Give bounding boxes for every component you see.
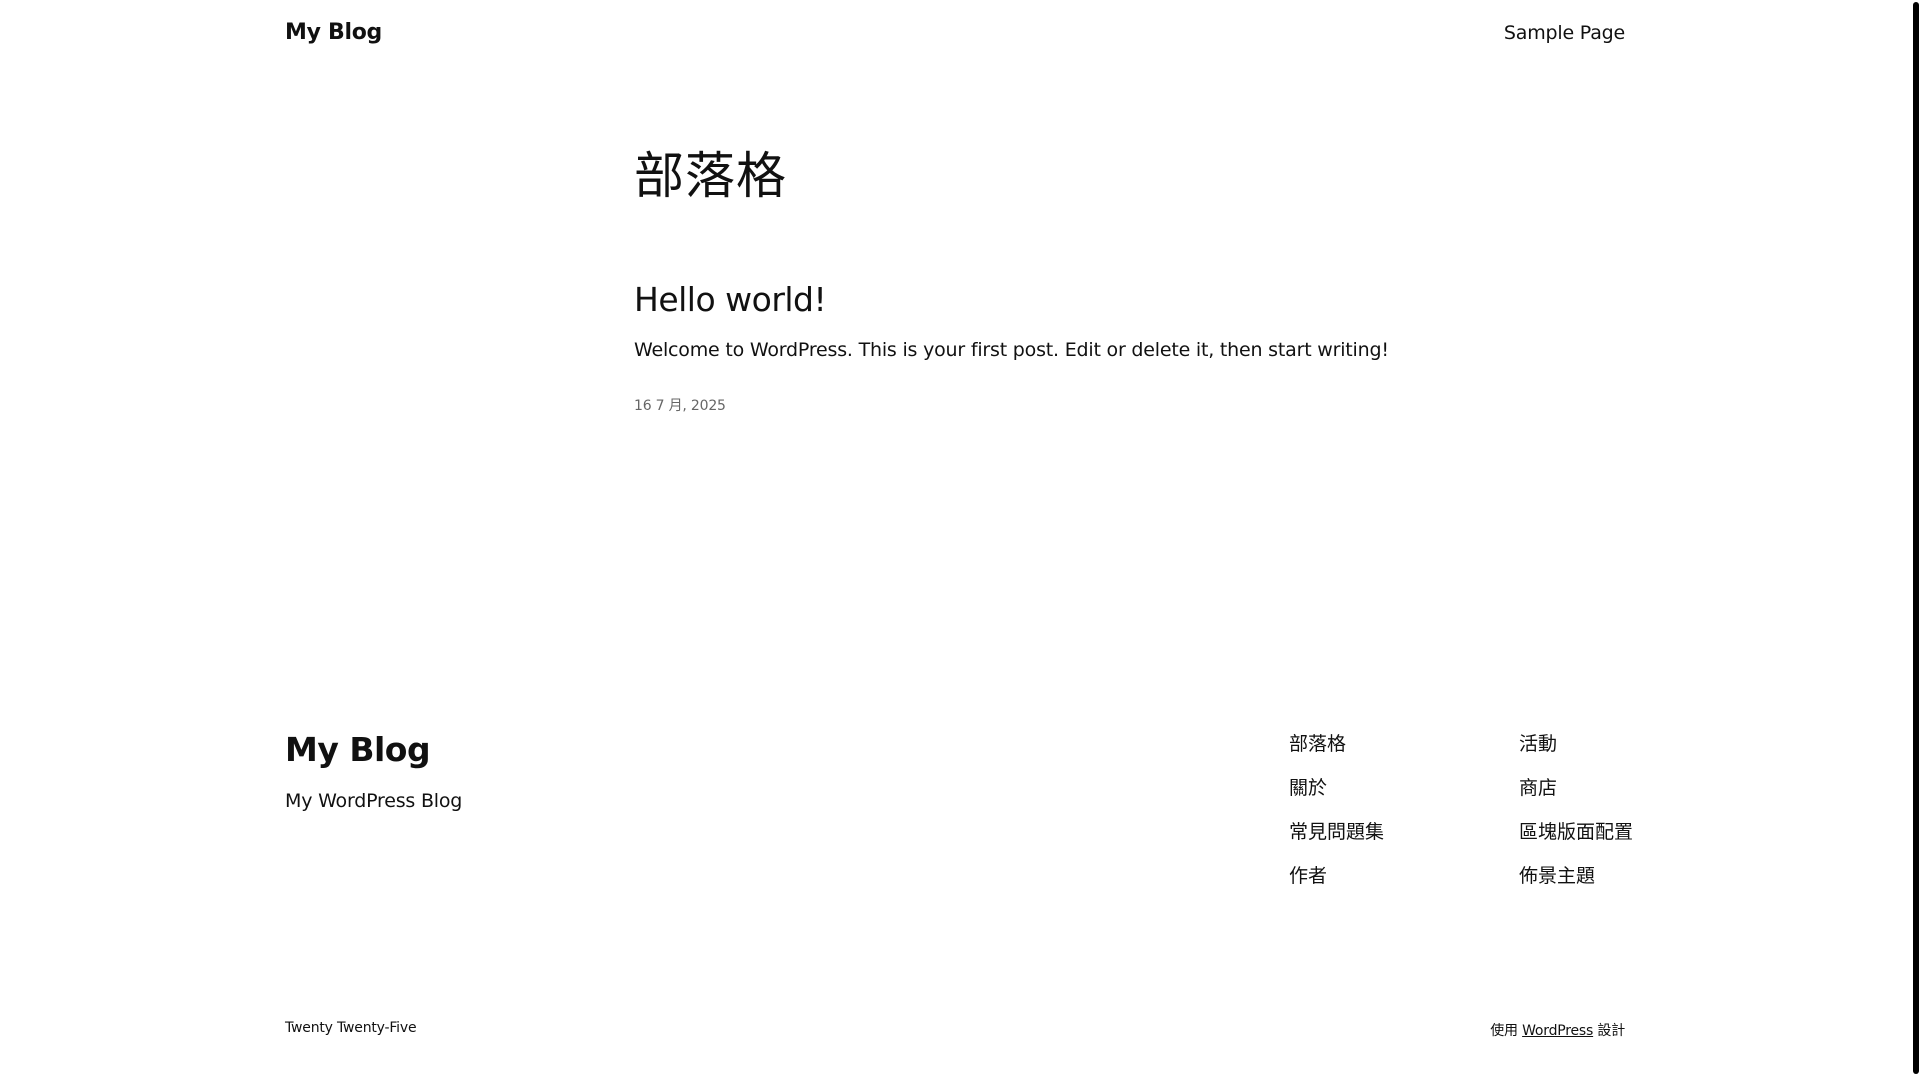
footer-link-blog[interactable]: 部落格 [1289, 732, 1384, 776]
footer-credit: 使用 WordPress 設計 [1490, 1020, 1625, 1040]
footer-nav-column-2: 活動 商店 區塊版面配置 佈景主題 [1519, 732, 1633, 908]
footer-tagline: My WordPress Blog [285, 790, 463, 812]
site-title[interactable]: My Blog [285, 20, 382, 45]
scrollbar-track[interactable] [1912, 0, 1920, 1080]
post-date[interactable]: 16 7 月, 2025 [634, 395, 726, 415]
wordpress-link[interactable]: WordPress [1522, 1023, 1593, 1039]
footer-link-themes[interactable]: 佈景主題 [1519, 864, 1633, 908]
theme-name[interactable]: Twenty Twenty-Five [285, 1020, 417, 1036]
footer-link-shop[interactable]: 商店 [1519, 776, 1633, 820]
footer-link-about[interactable]: 關於 [1289, 776, 1384, 820]
footer-link-events[interactable]: 活動 [1519, 732, 1633, 776]
credit-prefix: 使用 [1490, 1023, 1518, 1039]
credit-suffix: 設計 [1597, 1023, 1625, 1039]
footer-link-authors[interactable]: 作者 [1289, 864, 1384, 908]
scrollbar-thumb[interactable] [1913, 2, 1919, 1074]
footer-nav-column-1: 部落格 關於 常見問題集 作者 [1289, 732, 1384, 908]
footer-link-faq[interactable]: 常見問題集 [1289, 820, 1384, 864]
nav-item-sample-page[interactable]: Sample Page [1504, 22, 1625, 44]
footer-link-patterns[interactable]: 區塊版面配置 [1519, 820, 1633, 864]
post-excerpt: Welcome to WordPress. This is your first… [634, 339, 1389, 361]
post-title-link[interactable]: Hello world! [634, 280, 827, 319]
footer-site-title[interactable]: My Blog [285, 730, 431, 769]
page-title: 部落格 [634, 147, 787, 205]
